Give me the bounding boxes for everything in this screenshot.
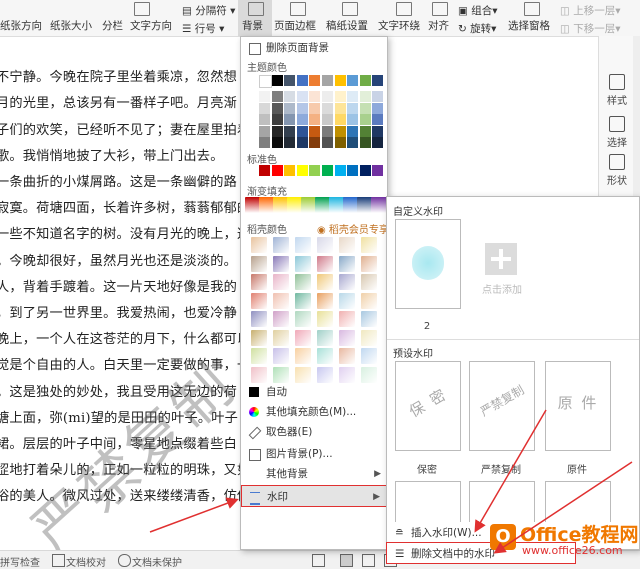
arrow-to-watermark — [149, 497, 239, 533]
annotation-arrows — [149, 409, 633, 554]
arrow-to-delete — [493, 461, 633, 554]
arrow-to-insert — [474, 409, 547, 533]
